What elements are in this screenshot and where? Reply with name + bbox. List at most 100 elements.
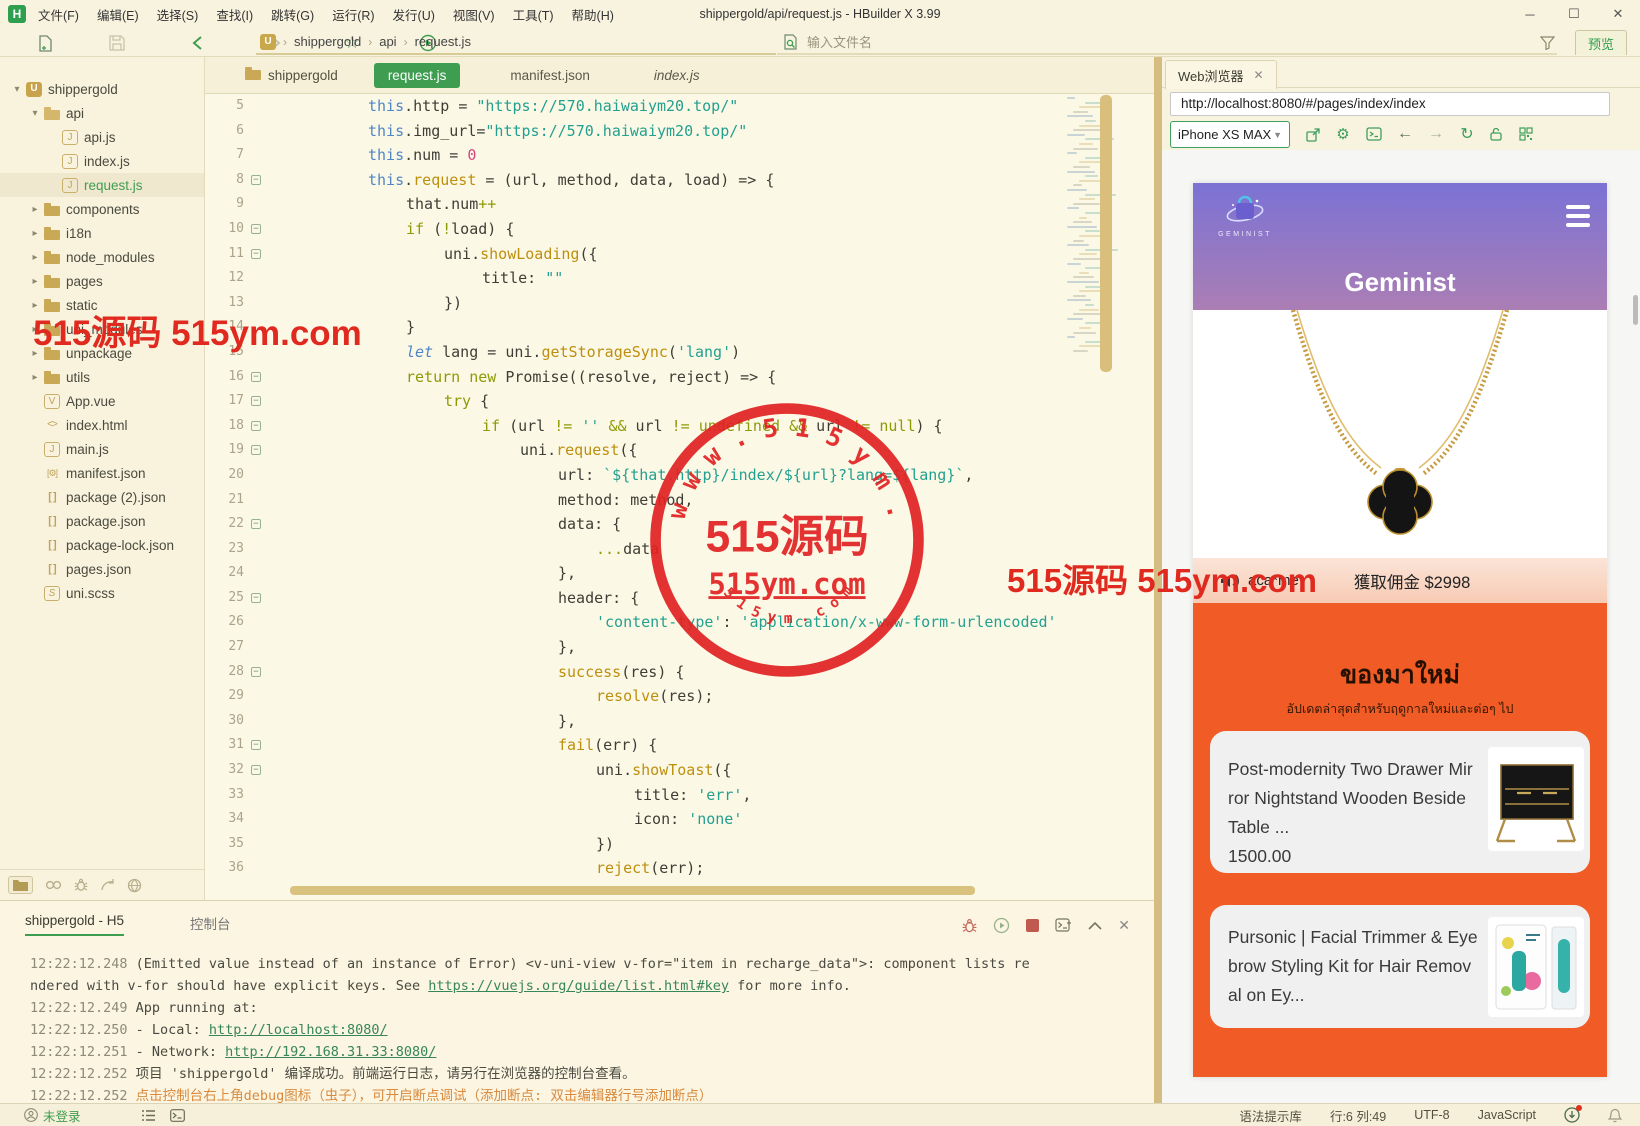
menu-item[interactable]: 跳转(G)	[271, 5, 314, 24]
new-terminal-icon[interactable]	[1055, 918, 1072, 933]
pane-splitter[interactable]	[1154, 57, 1162, 1103]
expander-icon[interactable]: ▸	[28, 300, 42, 311]
expander-icon[interactable]: ▸	[28, 276, 42, 287]
product-card[interactable]: Post-modernity Two Drawer Mirror Nightst…	[1210, 731, 1590, 873]
expander-icon[interactable]: ▸	[28, 372, 42, 383]
fold-marker-icon[interactable]: −	[251, 519, 261, 529]
fold-marker-icon[interactable]: −	[251, 175, 261, 185]
fold-marker-icon[interactable]: −	[251, 740, 261, 750]
settings-gear-icon[interactable]: ⚙	[1331, 122, 1355, 146]
expander-icon[interactable]: ▾	[28, 108, 42, 119]
notifications-bell-icon[interactable]	[1608, 1108, 1622, 1123]
tree-item-app-vue[interactable]: App.vue	[0, 389, 204, 413]
plugins-icon[interactable]	[127, 878, 142, 893]
expander-icon[interactable]: ▸	[28, 324, 42, 335]
menu-item[interactable]: 运行(R)	[332, 5, 374, 24]
log-link[interactable]: http://192.168.31.33:8080/	[225, 1044, 436, 1060]
tree-item-shippergold[interactable]: ▾shippergold	[0, 77, 204, 101]
tree-item-package-2-json[interactable]: package (2).json	[0, 485, 204, 509]
expander-icon[interactable]: ▸	[28, 228, 42, 239]
tree-item-package-lock-json[interactable]: package-lock.json	[0, 533, 204, 557]
browser-scrollbar[interactable]	[1633, 295, 1638, 325]
preview-button[interactable]: 预览	[1575, 30, 1627, 55]
new-file-button[interactable]	[33, 31, 57, 55]
nav-back-icon[interactable]: ←	[1393, 122, 1417, 146]
fold-marker-icon[interactable]: −	[251, 249, 261, 259]
files-view-icon[interactable]	[8, 876, 33, 894]
browser-tab[interactable]: Web浏览器 ✕	[1165, 60, 1277, 89]
editor-tab-manifest.json[interactable]: manifest.json	[496, 63, 604, 88]
expander-icon[interactable]: ▸	[28, 348, 42, 359]
fold-marker-icon[interactable]: −	[251, 445, 261, 455]
console-tab-project[interactable]: shippergold - H5	[25, 913, 124, 936]
tree-item-pages-json[interactable]: pages.json	[0, 557, 204, 581]
tree-item-index-html[interactable]: index.html	[0, 413, 204, 437]
editor-tab-request.js[interactable]: request.js	[374, 63, 461, 88]
code-area[interactable]: 5this.http = "https://570.haiwaiym20.top…	[205, 94, 1154, 890]
refresh-icon[interactable]: ↻	[1455, 122, 1479, 146]
tree-item-main-js[interactable]: main.js	[0, 437, 204, 461]
vertical-scrollbar[interactable]	[1100, 95, 1112, 372]
filter-icon[interactable]	[1540, 35, 1555, 50]
breadcrumb-project[interactable]: shippergold	[294, 34, 361, 49]
tree-item-package-json[interactable]: package.json	[0, 509, 204, 533]
syntax-lib-label[interactable]: 语法提示库	[1239, 1106, 1302, 1125]
open-external-icon[interactable]	[1301, 122, 1325, 146]
menu-item[interactable]: 工具(T)	[513, 5, 554, 24]
fold-marker-icon[interactable]: −	[251, 372, 261, 382]
fold-marker-icon[interactable]: −	[251, 765, 261, 775]
file-search-input[interactable]: 输入文件名	[777, 30, 1557, 55]
login-status[interactable]: 未登录	[24, 1106, 81, 1125]
tree-item-i18n[interactable]: ▸i18n	[0, 221, 204, 245]
product-card[interactable]: Pursonic | Facial Trimmer & Eyebrow Styl…	[1210, 905, 1590, 1028]
back-button[interactable]	[186, 31, 210, 55]
tree-item-utils[interactable]: ▸utils	[0, 365, 204, 389]
code-editor[interactable]: shippergold request.jsmanifest.jsonindex…	[205, 57, 1154, 900]
save-button[interactable]	[105, 31, 129, 55]
close-panel-icon[interactable]: ✕	[1118, 917, 1130, 934]
fold-marker-icon[interactable]: −	[251, 224, 261, 234]
device-select[interactable]: iPhone XS MAX▼	[1170, 121, 1290, 148]
nav-forward-icon[interactable]: →	[1424, 122, 1448, 146]
expander-icon[interactable]: ▸	[28, 204, 42, 215]
breadcrumb-folder[interactable]: api	[379, 34, 396, 49]
search-view-icon[interactable]	[45, 879, 62, 892]
tree-item-request-js[interactable]: request.js	[0, 173, 204, 197]
terminal-icon[interactable]	[170, 1109, 185, 1122]
menu-item[interactable]: 视图(V)	[453, 5, 495, 24]
breadcrumb-file[interactable]: request.js	[415, 34, 471, 49]
log-link[interactable]: https://vuejs.org/guide/list.html#key	[428, 978, 729, 994]
outline-list-icon[interactable]	[141, 1109, 156, 1122]
qr-code-icon[interactable]	[1514, 122, 1538, 146]
close-tab-icon[interactable]: ✕	[1254, 68, 1264, 82]
fold-marker-icon[interactable]: −	[251, 667, 261, 677]
tree-item-uni-modules[interactable]: ▸uni_modules	[0, 317, 204, 341]
fold-marker-icon[interactable]: −	[251, 396, 261, 406]
minimap[interactable]	[1067, 97, 1101, 367]
tree-item-api-js[interactable]: api.js	[0, 125, 204, 149]
fold-marker-icon[interactable]: −	[251, 421, 261, 431]
stop-icon[interactable]	[1026, 919, 1039, 932]
tree-item-api[interactable]: ▾api	[0, 101, 204, 125]
console-window-icon[interactable]	[1362, 122, 1386, 146]
tree-item-node-modules[interactable]: ▸node_modules	[0, 245, 204, 269]
hamburger-menu-icon[interactable]	[1566, 205, 1590, 232]
source-control-icon[interactable]	[100, 878, 115, 892]
menu-item[interactable]: 文件(F)	[38, 5, 79, 24]
close-button[interactable]: ✕	[1596, 0, 1640, 28]
language-label[interactable]: JavaScript	[1478, 1108, 1536, 1122]
update-download-icon[interactable]	[1564, 1107, 1580, 1123]
lock-icon[interactable]	[1484, 122, 1508, 146]
fold-marker-icon[interactable]: −	[251, 593, 261, 603]
tree-item-manifest-json[interactable]: manifest.json	[0, 461, 204, 485]
editor-tab-index.js[interactable]: index.js	[640, 63, 714, 88]
log-link[interactable]: http://localhost:8080/	[209, 1022, 388, 1038]
commission-banner[interactable]: aca*me 獲取佣金 $2998	[1193, 558, 1607, 603]
encoding-label[interactable]: UTF-8	[1414, 1108, 1449, 1122]
restart-icon[interactable]	[993, 917, 1010, 934]
url-input[interactable]: http://localhost:8080/#/pages/index/inde…	[1170, 92, 1610, 116]
debug-bug-icon[interactable]	[962, 918, 977, 934]
tree-item-pages[interactable]: ▸pages	[0, 269, 204, 293]
tree-item-unpackage[interactable]: ▸unpackage	[0, 341, 204, 365]
menu-item[interactable]: 编辑(E)	[97, 5, 139, 24]
